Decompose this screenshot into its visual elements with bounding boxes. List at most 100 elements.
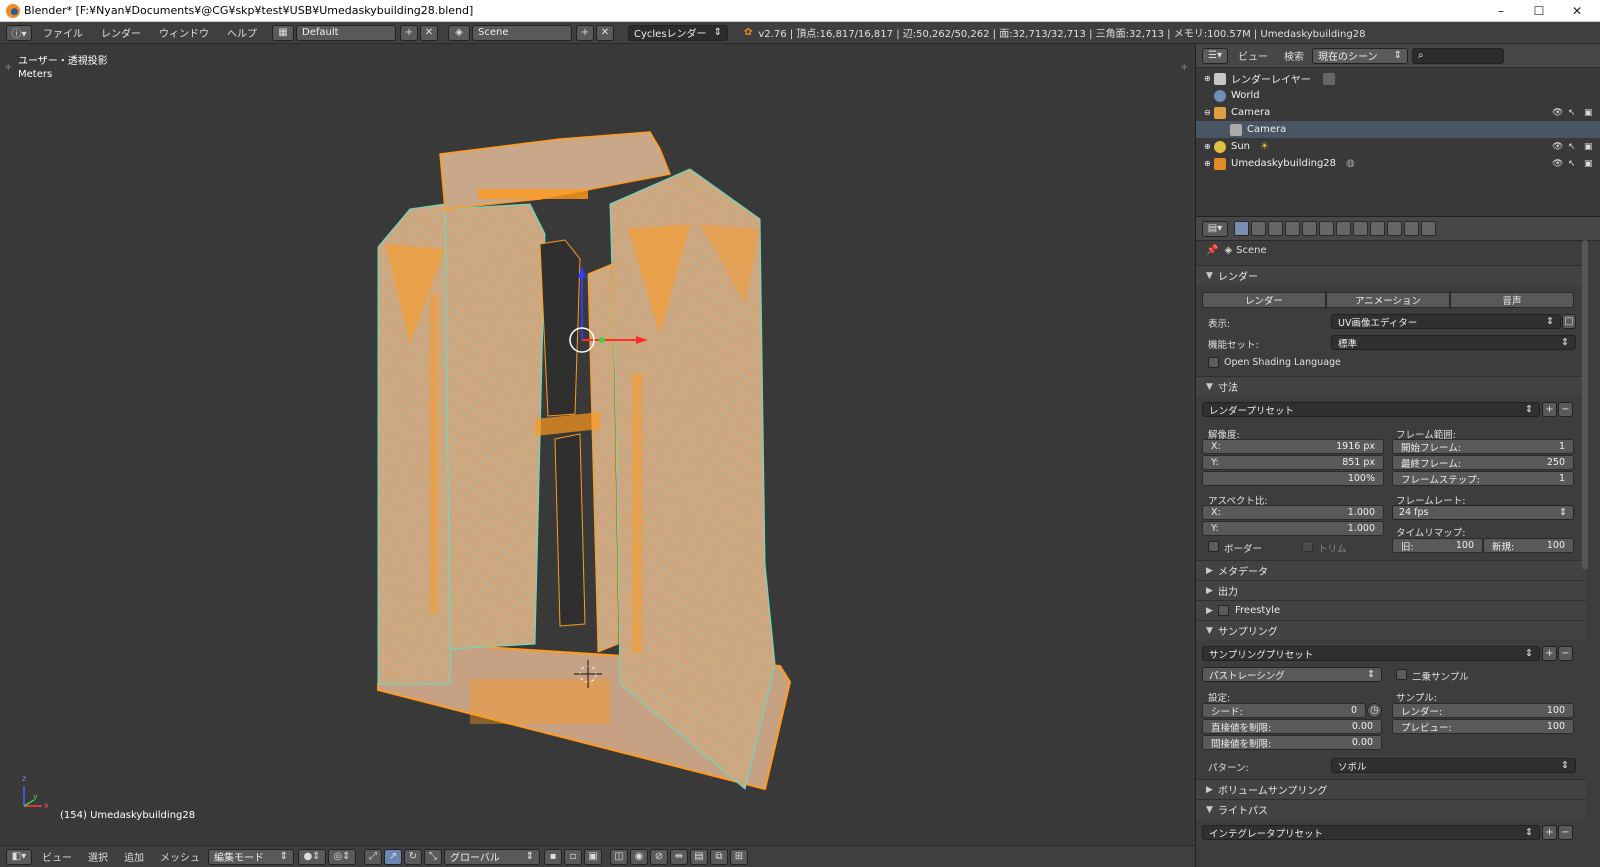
remap-new-field[interactable]: 新規: 100 [1483, 538, 1574, 553]
outliner-menu-search[interactable]: 検索 [1276, 48, 1312, 63]
add-preset-icon[interactable]: + [1542, 402, 1557, 417]
osl-checkbox[interactable] [1208, 357, 1219, 368]
properties-editor[interactable]: ▤▾ 📌 ◈ Scene ▼ レンダー レンダー アニメーション 音声 表示: U… [1195, 216, 1600, 867]
render-panel-header[interactable]: ▼ レンダー [1196, 265, 1586, 285]
integrator-preset-dropdown[interactable]: インテグレータプリセット ⇕ [1202, 825, 1540, 840]
modifiers-tab-icon[interactable] [1336, 221, 1351, 236]
freestyle-checkbox[interactable] [1218, 605, 1229, 616]
preview-samples-field[interactable]: プレビュー: 100 [1392, 719, 1574, 734]
translate-manipulator-icon[interactable]: ↗ [384, 848, 402, 865]
menu-add[interactable]: 追加 [116, 849, 152, 864]
selectable-arrow-icon[interactable]: ↖ [1568, 159, 1576, 169]
outliner-editor-type-icon[interactable]: ☰▾ [1202, 47, 1228, 64]
crop-checkbox[interactable] [1302, 541, 1313, 552]
pattern-dropdown[interactable]: ソボル ⇕ [1331, 758, 1576, 773]
resolution-y-field[interactable]: Y: 851 px [1202, 455, 1384, 470]
start-frame-field[interactable]: 開始フレーム: 1 [1392, 439, 1574, 454]
limit-selection-icon[interactable]: ◫ [610, 848, 628, 865]
selectable-arrow-icon[interactable]: ↖ [1568, 142, 1576, 152]
visibility-eye-icon[interactable]: 👁 [1552, 108, 1563, 118]
world-tab-icon[interactable] [1285, 221, 1300, 236]
aspect-x-field[interactable]: X: 1.000 [1202, 505, 1384, 520]
render-button[interactable]: レンダー [1202, 292, 1326, 308]
opengl-anim-icon[interactable]: ⊞ [730, 848, 748, 865]
pivot-point-icon[interactable]: ◎⇕ [328, 848, 356, 865]
constraints-tab-icon[interactable] [1319, 221, 1334, 236]
freestyle-panel-header[interactable]: ▶ Freestyle [1196, 600, 1586, 620]
display-dropdown[interactable]: UV画像エディター ⇕ [1331, 314, 1561, 329]
3d-view-editor-type-icon[interactable]: ◧▾ [6, 848, 32, 865]
sampling-panel-header[interactable]: ▼ サンプリング [1196, 620, 1586, 640]
audio-button[interactable]: 音声 [1450, 292, 1574, 308]
outliner-row-mesh[interactable]: ⊕ Umedaskybuilding28 ◍ 👁 ↖ ▣ [1196, 155, 1600, 172]
menu-select[interactable]: 選択 [80, 849, 116, 864]
menu-window[interactable]: ウィンドウ [150, 25, 218, 40]
physics-tab-icon[interactable] [1421, 221, 1436, 236]
animation-button[interactable]: アニメーション [1326, 292, 1450, 308]
outliner-display-mode-dropdown[interactable]: 現在のシーン ⇕ [1312, 47, 1408, 64]
aspect-y-field[interactable]: Y: 1.000 [1202, 521, 1384, 536]
render-layers-tab-icon[interactable] [1251, 221, 1266, 236]
render-engine-dropdown[interactable]: Cyclesレンダー ⇕ [628, 24, 728, 41]
volume-sampling-panel-header[interactable]: ▶ ボリュームサンプリング [1196, 779, 1586, 799]
menu-render[interactable]: レンダー [92, 25, 150, 40]
visibility-eye-icon[interactable]: 👁 [1552, 159, 1563, 169]
close-button[interactable]: ✕ [1554, 0, 1600, 22]
add-integrator-preset-icon[interactable]: + [1542, 825, 1557, 840]
outliner-row-world[interactable]: World [1196, 87, 1600, 104]
screen-layout-field[interactable]: Default [296, 24, 396, 41]
remove-preset-icon[interactable]: − [1558, 402, 1573, 417]
material-tab-icon[interactable] [1370, 221, 1385, 236]
viewport-shading-icon[interactable]: ●⇕ [298, 848, 326, 865]
vertex-select-icon[interactable]: ▪ [544, 848, 562, 865]
rotate-manipulator-icon[interactable]: ↻ [404, 848, 422, 865]
light-paths-panel-header[interactable]: ▼ ライトパス [1196, 799, 1586, 819]
scale-manipulator-icon[interactable]: ⤡ [424, 848, 442, 865]
frame-step-field[interactable]: フレームステップ: 1 [1392, 471, 1574, 486]
menu-file[interactable]: ファイル [34, 25, 92, 40]
expand-icon[interactable]: ⊕ [1204, 142, 1214, 151]
menu-mesh[interactable]: メッシュ [152, 849, 208, 864]
screen-layout-icon[interactable]: ▦ [272, 24, 294, 41]
selectable-arrow-icon[interactable]: ↖ [1568, 108, 1576, 118]
scene-icon[interactable]: ◈ [448, 24, 470, 41]
transform-orientation-dropdown[interactable]: グローバル ⇕ [444, 848, 540, 865]
sampling-preset-dropdown[interactable]: サンプリングプリセット ⇕ [1202, 646, 1540, 661]
dimensions-panel-header[interactable]: ▼ 寸法 [1196, 376, 1586, 396]
remove-screen-icon[interactable]: ✕ [420, 24, 438, 41]
3d-viewport[interactable]: ユーザー・透視投影 Meters + + z x y (154) Umedask… [0, 44, 1195, 845]
renderable-camera-icon[interactable]: ▣ [1584, 142, 1593, 152]
snap-icon[interactable]: ⊘ [650, 848, 668, 865]
outliner-row-sun[interactable]: ⊕ Sun ☀ 👁 ↖ ▣ [1196, 138, 1600, 155]
info-editor-type-icon[interactable]: ⓘ▾ [6, 24, 32, 41]
pin-icon[interactable]: 📌 [1206, 245, 1218, 256]
remove-integrator-preset-icon[interactable]: − [1558, 825, 1573, 840]
opengl-render-icon[interactable]: ⧉ [710, 848, 728, 865]
animated-seed-icon[interactable]: ◷ [1367, 703, 1382, 718]
seed-field[interactable]: シード: 0 [1202, 703, 1366, 718]
proportional-edit-icon[interactable]: ◉ [630, 848, 648, 865]
visibility-eye-icon[interactable]: 👁 [1552, 142, 1563, 152]
mesh-wireframe[interactable] [0, 44, 1195, 845]
render-preview-icon[interactable]: ▤ [690, 848, 708, 865]
mode-dropdown[interactable]: 編集モード ⇕ [208, 848, 294, 865]
lock-interface-icon[interactable]: ▢ [1562, 314, 1576, 329]
clamp-direct-field[interactable]: 直接値を制限: 0.00 [1202, 719, 1382, 734]
square-samples-checkbox[interactable] [1396, 669, 1407, 680]
renderable-camera-icon[interactable]: ▣ [1584, 108, 1593, 118]
data-tab-icon[interactable] [1353, 221, 1368, 236]
render-preset-dropdown[interactable]: レンダープリセット ⇕ [1202, 402, 1540, 417]
metadata-panel-header[interactable]: ▶ メタデータ [1196, 560, 1586, 580]
outliner-menu-view[interactable]: ビュー [1230, 48, 1276, 63]
scene-tab-icon[interactable] [1268, 221, 1283, 236]
end-frame-field[interactable]: 最終フレーム: 250 [1392, 455, 1574, 470]
remap-old-field[interactable]: 旧: 100 [1392, 538, 1483, 553]
resolution-percentage-field[interactable]: 100% [1202, 471, 1384, 486]
face-select-icon[interactable]: ▣ [584, 848, 602, 865]
add-scene-icon[interactable]: + [576, 24, 594, 41]
remove-sampling-preset-icon[interactable]: − [1558, 646, 1573, 661]
menu-view[interactable]: ビュー [34, 849, 80, 864]
outliner-row-camera-data[interactable]: Camera [1196, 121, 1600, 138]
feature-set-dropdown[interactable]: 標準 ⇕ [1331, 335, 1576, 350]
expand-icon[interactable]: ⊕ [1204, 74, 1214, 83]
